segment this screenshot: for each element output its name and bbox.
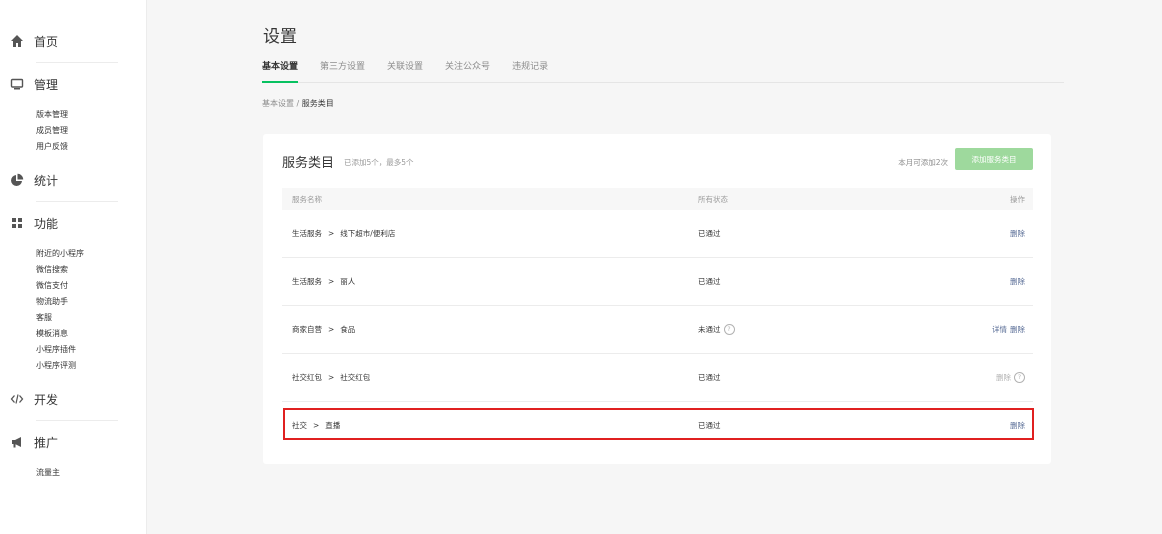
sidebar-item-members[interactable]: 成员管理 — [36, 123, 146, 139]
row-name: 商家自营 > 食品 — [282, 324, 698, 335]
sidebar-item-logistics[interactable]: 物流助手 — [36, 294, 146, 310]
table-row: 社交 > 直播 已通过 删除 — [282, 402, 1033, 449]
grid-icon — [10, 216, 24, 230]
main-content: 设置 基本设置 第三方设置 关联设置 关注公众号 违规记录 基本设置 / 服务类… — [238, 0, 1068, 534]
row-status: 已通过 — [698, 229, 721, 238]
sidebar-item-version[interactable]: 版本管理 — [36, 107, 146, 123]
nav-promote[interactable]: 推广 — [0, 421, 146, 463]
breadcrumb-current: 服务类目 — [301, 99, 334, 108]
row-category: 生活服务 — [292, 229, 322, 238]
row-category: 社交 — [292, 421, 307, 430]
row-status: 未通过? — [698, 324, 953, 335]
breadcrumb: 基本设置 / 服务类目 — [262, 98, 334, 109]
delete-link[interactable]: 删除 — [1010, 276, 1025, 287]
sidebar-item-template-message[interactable]: 模板消息 — [36, 326, 146, 342]
sidebar-item-plugins[interactable]: 小程序插件 — [36, 342, 146, 358]
row-name: 社交 > 直播 — [282, 420, 698, 431]
header-status[interactable]: 所有状态 — [698, 194, 953, 205]
delete-link[interactable]: 删除 — [1010, 420, 1025, 431]
tab-association[interactable]: 关联设置 — [387, 60, 423, 82]
row-status-text: 未通过 — [698, 325, 721, 334]
row-status: 已通过 — [698, 421, 721, 430]
row-sep: > — [328, 277, 335, 286]
nav-manage[interactable]: 管理 — [0, 63, 146, 105]
tab-basic-settings[interactable]: 基本设置 — [262, 60, 299, 83]
question-circle-icon[interactable]: ? — [1014, 372, 1025, 383]
breadcrumb-sep: / — [294, 99, 302, 108]
sidebar-item-traffic-owner[interactable]: 流量主 — [36, 465, 146, 481]
table-header: 服务名称 所有状态 操作 — [282, 188, 1033, 210]
row-name: 社交红包 > 社交红包 — [282, 372, 698, 383]
row-sep: > — [328, 325, 335, 334]
tab-bar: 基本设置 第三方设置 关联设置 关注公众号 违规记录 — [262, 60, 1064, 83]
sidebar-item-nearby[interactable]: 附近的小程序 — [36, 246, 146, 262]
service-category-card: 服务类目 已添加5个，最多5个 本月可添加2次 添加服务类目 服务名称 所有状态… — [263, 134, 1051, 464]
tab-third-party[interactable]: 第三方设置 — [320, 60, 365, 82]
nav-features[interactable]: 功能 — [0, 202, 146, 244]
page-title: 设置 — [263, 27, 297, 47]
row-sep: > — [328, 229, 335, 238]
pie-chart-icon — [10, 173, 24, 187]
tab-violations[interactable]: 违规记录 — [512, 60, 548, 82]
code-icon — [10, 392, 24, 406]
row-ops: 删除 — [953, 228, 1033, 239]
row-status: 已通过 — [698, 373, 721, 382]
monthly-quota: 本月可添加2次 — [898, 158, 948, 167]
row-subcategory: 食品 — [340, 325, 356, 334]
nav-home[interactable]: 首页 — [0, 20, 146, 62]
row-subcategory: 线下超市/便利店 — [340, 229, 396, 238]
sidebar: 首页 管理 版本管理 成员管理 用户反馈 统计 功能 附近的小程序 微信搜索 微… — [0, 0, 147, 534]
row-ops: 详情 删除 — [953, 324, 1033, 335]
nav-promote-label: 推广 — [34, 435, 59, 450]
nav-manage-label: 管理 — [34, 77, 59, 92]
sidebar-item-wechat-pay[interactable]: 微信支付 — [36, 278, 146, 294]
nav-develop-label: 开发 — [34, 392, 59, 407]
row-ops: 删除? — [953, 372, 1033, 383]
sidebar-item-wechat-search[interactable]: 微信搜索 — [36, 262, 146, 278]
row-name: 生活服务 > 线下超市/便利店 — [282, 228, 698, 239]
sidebar-item-customer-service[interactable]: 客服 — [36, 310, 146, 326]
row-status: 已通过 — [698, 277, 721, 286]
nav-stats[interactable]: 统计 — [0, 159, 146, 201]
row-sep: > — [313, 421, 320, 430]
table-row: 商家自营 > 食品 未通过? 详情 删除 — [282, 306, 1033, 354]
megaphone-icon — [10, 435, 24, 449]
tab-follow-account[interactable]: 关注公众号 — [445, 60, 490, 82]
category-table: 服务名称 所有状态 操作 生活服务 > 线下超市/便利店 已通过 删除 生活服务 > 丽… — [282, 188, 1033, 449]
card-title: 服务类目 — [282, 156, 335, 171]
header-name: 服务名称 — [292, 194, 322, 204]
nav-features-label: 功能 — [34, 216, 59, 231]
breadcrumb-parent[interactable]: 基本设置 — [262, 99, 294, 108]
row-category: 生活服务 — [292, 277, 322, 286]
table-row: 社交红包 > 社交红包 已通过 删除? — [282, 354, 1033, 402]
sidebar-item-feedback[interactable]: 用户反馈 — [36, 139, 146, 155]
table-row: 生活服务 > 丽人 已通过 删除 — [282, 258, 1033, 306]
delete-link[interactable]: 删除 — [1010, 228, 1025, 239]
nav-develop[interactable]: 开发 — [0, 378, 146, 420]
table-row: 生活服务 > 线下超市/便利店 已通过 删除 — [282, 210, 1033, 258]
monitor-icon — [10, 77, 24, 91]
question-circle-icon[interactable]: ? — [723, 324, 735, 335]
row-sep: > — [328, 373, 335, 382]
sidebar-item-evaluation[interactable]: 小程序评测 — [36, 358, 146, 374]
header-op: 操作 — [1010, 194, 1025, 204]
row-subcategory: 直播 — [325, 421, 341, 430]
row-category: 商家自营 — [292, 325, 322, 334]
row-subcategory: 社交红包 — [340, 373, 371, 382]
card-subtitle: 已添加5个，最多5个 — [344, 158, 414, 167]
row-name: 生活服务 > 丽人 — [282, 276, 698, 287]
row-subcategory: 丽人 — [340, 277, 356, 286]
nav-stats-label: 统计 — [34, 173, 59, 188]
row-ops: 删除 — [953, 420, 1033, 431]
delete-disabled: 删除 — [996, 373, 1011, 382]
add-category-button[interactable]: 添加服务类目 — [955, 148, 1033, 170]
nav-home-label: 首页 — [34, 34, 59, 49]
home-icon — [10, 34, 24, 48]
details-link[interactable]: 详情 — [992, 324, 1007, 335]
delete-link[interactable]: 删除 — [1010, 324, 1025, 335]
card-header: 服务类目 已添加5个，最多5个 本月可添加2次 添加服务类目 — [282, 148, 1033, 174]
row-category: 社交红包 — [292, 373, 322, 382]
row-ops: 删除 — [953, 276, 1033, 287]
